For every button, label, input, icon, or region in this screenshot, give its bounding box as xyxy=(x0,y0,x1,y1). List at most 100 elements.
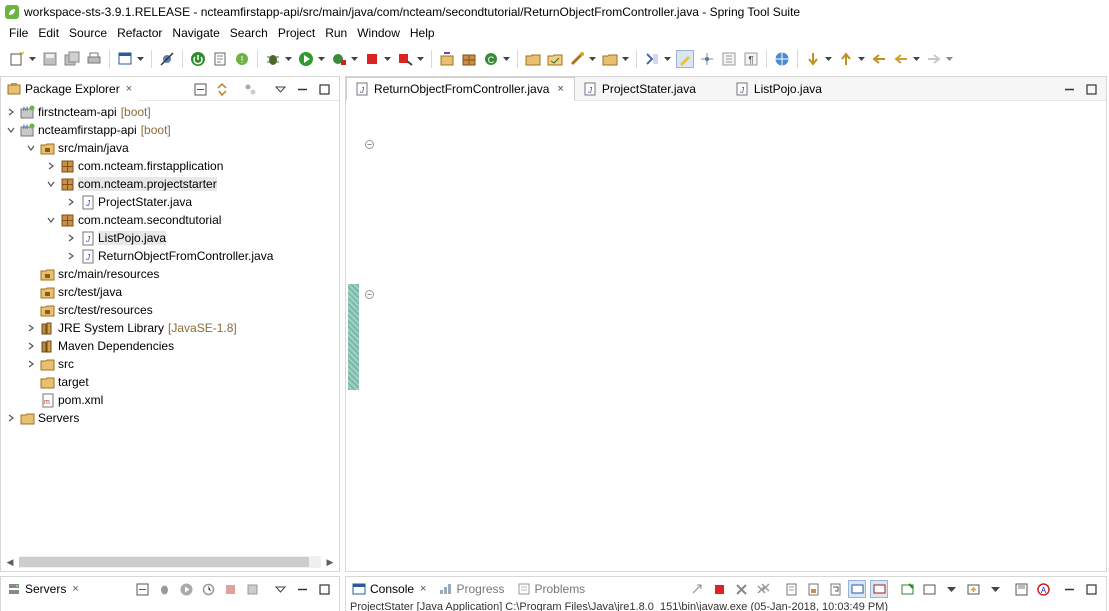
open-console-dropdown-icon[interactable] xyxy=(942,580,960,598)
collapse-arrow-icon[interactable] xyxy=(5,124,17,136)
external-tools-icon[interactable] xyxy=(396,50,414,68)
tree-item-jre-system-library[interactable]: JRE System Library [JavaSE-1.8] xyxy=(5,319,335,337)
fold-toggle-icon[interactable]: − xyxy=(365,140,374,149)
menu-refactor[interactable]: Refactor xyxy=(112,23,167,43)
horizontal-scrollbar[interactable]: ◀ ▶ xyxy=(5,555,335,569)
save-console-icon[interactable] xyxy=(1012,580,1030,598)
save-all-icon[interactable] xyxy=(63,50,81,68)
link-with-editor-icon[interactable] xyxy=(213,80,231,98)
show-on-output-icon[interactable] xyxy=(848,580,866,598)
last-edit-location-icon[interactable] xyxy=(870,50,888,68)
tree-item-projectstater-java[interactable]: J ProjectStater.java xyxy=(5,193,335,211)
new-console-icon[interactable] xyxy=(964,580,982,598)
next-edit-dropdown-icon[interactable] xyxy=(824,50,832,68)
collapse-all-icon[interactable] xyxy=(191,80,209,98)
run-dropdown-icon[interactable] xyxy=(317,50,325,68)
maximize-icon[interactable] xyxy=(315,80,333,98)
tree-item-package-projectstarter[interactable]: com.ncteam.projectstarter xyxy=(5,175,335,193)
open-folder-icon[interactable] xyxy=(601,50,619,68)
scroll-left-icon[interactable]: ◀ xyxy=(5,557,15,568)
mark-dropdown-icon[interactable] xyxy=(588,50,596,68)
expand-arrow-icon[interactable] xyxy=(65,250,77,262)
menu-file[interactable]: File xyxy=(4,23,33,43)
open-console-icon[interactable] xyxy=(116,50,134,68)
expand-arrow-icon[interactable] xyxy=(25,322,37,334)
print-icon[interactable] xyxy=(85,50,103,68)
view-menu-icon[interactable] xyxy=(271,80,289,98)
menu-navigate[interactable]: Navigate xyxy=(167,23,224,43)
tab-problems[interactable]: Problems xyxy=(511,577,592,601)
new-dropdown-icon[interactable] xyxy=(28,50,36,68)
menu-source[interactable]: Source xyxy=(64,23,112,43)
annotation-dropdown-icon[interactable] xyxy=(663,50,671,68)
tree-item-servers[interactable]: Servers xyxy=(5,409,335,427)
coverage-icon[interactable] xyxy=(330,50,348,68)
tree-item-src[interactable]: src xyxy=(5,355,335,373)
toggle-mark-icon[interactable] xyxy=(568,50,586,68)
new-icon[interactable] xyxy=(8,50,26,68)
web-browser-icon[interactable] xyxy=(773,50,791,68)
menu-project[interactable]: Project xyxy=(273,23,320,43)
scroll-right-icon[interactable]: ▶ xyxy=(325,557,335,568)
collapse-arrow-icon[interactable] xyxy=(45,214,57,226)
spring-tools-icon[interactable]: ! xyxy=(233,50,251,68)
coverage-dropdown-icon[interactable] xyxy=(350,50,358,68)
minimize-icon[interactable] xyxy=(293,580,311,598)
terminate-icon[interactable] xyxy=(710,580,728,598)
stop-dropdown-icon[interactable] xyxy=(383,50,391,68)
minimize-icon[interactable] xyxy=(1060,580,1078,598)
close-icon[interactable]: × xyxy=(557,83,563,95)
tree-item-returnobjectfromcontroller-java[interactable]: J ReturnObjectFromController.java xyxy=(5,247,335,265)
stop-icon[interactable] xyxy=(363,50,381,68)
display-console-icon[interactable] xyxy=(920,580,938,598)
console-dropdown-icon[interactable] xyxy=(136,50,144,68)
tab-projectstater[interactable]: J ProjectStater.java xyxy=(575,77,707,101)
close-icon[interactable]: × xyxy=(420,583,426,595)
skip-breakpoints-icon[interactable] xyxy=(158,50,176,68)
tab-progress[interactable]: Progress xyxy=(432,577,510,601)
tree-item-src-main-resources[interactable]: src/main/resources xyxy=(5,265,335,283)
open-type-icon[interactable] xyxy=(524,50,542,68)
tree-item-package-secondtutorial[interactable]: com.ncteam.secondtutorial xyxy=(5,211,335,229)
spring-boot-dashboard-icon[interactable] xyxy=(189,50,207,68)
folder-dropdown-icon[interactable] xyxy=(621,50,629,68)
expand-arrow-icon[interactable] xyxy=(5,106,17,118)
code-editor[interactable]: − − xyxy=(346,103,1090,571)
next-edit-icon[interactable] xyxy=(804,50,822,68)
remove-icon[interactable] xyxy=(732,580,750,598)
tree-item-listpojo-java[interactable]: J ListPojo.java xyxy=(5,229,335,247)
collapse-all-icon[interactable] xyxy=(133,580,151,598)
tree-item-firstncteam-api[interactable]: M firstncteam-api [boot] xyxy=(5,103,335,121)
maximize-icon[interactable] xyxy=(1082,80,1100,98)
tree-item-maven-dependencies[interactable]: Maven Dependencies xyxy=(5,337,335,355)
expand-arrow-icon[interactable] xyxy=(25,340,37,352)
forward-dropdown-icon[interactable] xyxy=(945,50,953,68)
new-package-icon[interactable] xyxy=(460,50,478,68)
remove-all-icon[interactable] xyxy=(754,580,772,598)
tree-item-target[interactable]: target xyxy=(5,373,335,391)
expand-arrow-icon[interactable] xyxy=(45,160,57,172)
external-tools-dropdown-icon[interactable] xyxy=(416,50,424,68)
forward-icon[interactable] xyxy=(925,50,943,68)
expand-arrow-icon[interactable] xyxy=(5,412,17,424)
tab-package-explorer[interactable]: Package Explorer × xyxy=(1,76,139,101)
tree-item-package-firstapplication[interactable]: com.ncteam.firstapplication xyxy=(5,157,335,175)
menu-edit[interactable]: Edit xyxy=(33,23,64,43)
scrollbar-thumb[interactable] xyxy=(19,557,309,567)
start-server-icon[interactable] xyxy=(177,580,195,598)
previous-edit-icon[interactable] xyxy=(837,50,855,68)
new-class-icon[interactable]: C xyxy=(482,50,500,68)
previous-edit-dropdown-icon[interactable] xyxy=(857,50,865,68)
back-icon[interactable] xyxy=(892,50,910,68)
tab-listpojo[interactable]: J ListPojo.java xyxy=(727,77,833,101)
clear-console-icon[interactable] xyxy=(782,580,800,598)
expand-arrow-icon[interactable] xyxy=(25,358,37,370)
new-java-project-icon[interactable] xyxy=(438,50,456,68)
maximize-icon[interactable] xyxy=(1082,580,1100,598)
show-whitespace-icon[interactable] xyxy=(720,50,738,68)
spring-boot-console-icon[interactable]: A xyxy=(1034,580,1052,598)
scrollbar-track[interactable] xyxy=(19,556,321,568)
tree-item-src-test-resources[interactable]: src/test/resources xyxy=(5,301,335,319)
pin-console-icon[interactable] xyxy=(898,580,916,598)
view-menu-icon[interactable] xyxy=(986,580,1004,598)
